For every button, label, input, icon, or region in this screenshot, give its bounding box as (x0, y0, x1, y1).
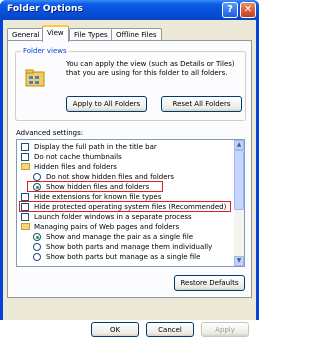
tab-view[interactable]: View (42, 25, 69, 42)
highlight-box-show-hidden (27, 181, 163, 192)
radio-icon[interactable] (33, 173, 41, 181)
folder-options-window: Folder Options ? ✕ General View File Typ… (0, 0, 259, 337)
list-item-label: Show both parts but manage as a single f… (46, 253, 201, 261)
help-button[interactable]: ? (222, 2, 238, 18)
title-bar[interactable]: Folder Options ? ✕ (0, 0, 259, 20)
ok-button[interactable]: OK (91, 322, 139, 337)
restore-defaults-button[interactable]: Restore Defaults (174, 275, 245, 291)
list-item-label: Hidden files and folders (34, 163, 117, 171)
list-item-label: Launch folder windows in a separate proc… (34, 213, 192, 221)
reset-all-folders-button[interactable]: Reset All Folders (161, 96, 242, 112)
list-item-label: Show and manage the pair as a single fil… (46, 233, 194, 241)
list-item-label: Display the full path in the title bar (34, 143, 157, 151)
checkbox-icon[interactable] (21, 143, 29, 151)
radio-selected-icon[interactable] (33, 233, 41, 241)
checkbox-icon[interactable] (21, 193, 29, 201)
scroll-up-arrow-icon[interactable]: ▲ (234, 140, 244, 150)
radio-icon[interactable] (33, 243, 41, 251)
folder-views-group: Folder views You can apply the view (suc… (15, 47, 246, 121)
folder-icon (21, 223, 30, 230)
advanced-settings-list[interactable]: Display the full path in the title bar D… (16, 139, 245, 267)
vertical-scrollbar[interactable]: ▲ ▼ (234, 140, 244, 266)
window-title: Folder Options (7, 4, 83, 14)
checkbox-icon[interactable] (21, 213, 29, 221)
cancel-button[interactable]: Cancel (146, 322, 194, 337)
folder-view-icon (25, 69, 45, 87)
scroll-thumb[interactable] (234, 150, 244, 210)
list-item-label: Managing pairs of Web pages and folders (34, 223, 180, 231)
folder-views-legend: Folder views (21, 47, 69, 55)
close-button[interactable]: ✕ (240, 2, 256, 18)
highlight-box-hide-protected (19, 201, 231, 212)
radio-icon[interactable] (33, 253, 41, 261)
view-tab-panel: Folder views You can apply the view (suc… (7, 40, 252, 298)
list-item-label: Show both parts and manage them individu… (46, 243, 213, 251)
folder-icon (21, 163, 30, 170)
dialog-client: General View File Types Offline Files Fo… (3, 20, 256, 337)
scroll-down-arrow-icon[interactable]: ▼ (234, 256, 244, 266)
folder-views-description: You can apply the view (such as Details … (66, 60, 235, 77)
apply-button[interactable]: Apply (201, 322, 249, 337)
checkbox-icon[interactable] (21, 153, 29, 161)
apply-to-all-folders-button[interactable]: Apply to All Folders (66, 96, 147, 112)
list-item-label: Do not cache thumbnails (34, 153, 122, 161)
advanced-settings-label: Advanced settings: (16, 129, 84, 137)
